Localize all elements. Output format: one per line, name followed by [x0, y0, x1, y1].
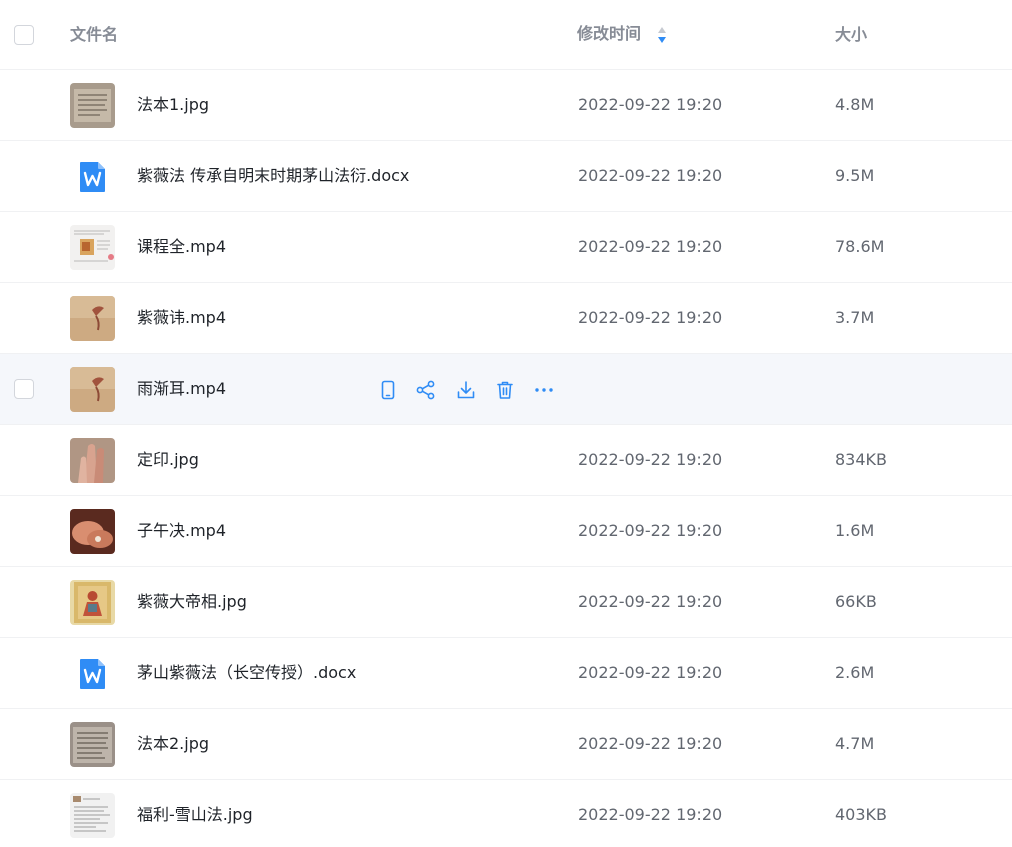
image-thumbnail — [70, 580, 115, 625]
file-name[interactable]: 子午决.mp4 — [137, 520, 226, 542]
file-name[interactable]: 定印.jpg — [137, 449, 199, 471]
phone-icon[interactable] — [376, 378, 400, 402]
file-list: 文件名 修改时间 大小 法本1.jpg 2022-09-22 19:20 4.8… — [0, 0, 1012, 847]
file-name[interactable]: 法本1.jpg — [137, 94, 209, 116]
sort-icon[interactable] — [656, 26, 668, 44]
image-thumbnail — [70, 722, 115, 767]
file-name[interactable]: 紫薇大帝相.jpg — [137, 591, 247, 613]
file-name[interactable]: 紫薇讳.mp4 — [137, 307, 226, 329]
image-thumbnail — [70, 83, 115, 128]
file-size: 78.6M — [835, 237, 885, 256]
table-header: 文件名 修改时间 大小 — [0, 0, 1012, 70]
more-icon[interactable] — [532, 378, 556, 402]
image-thumbnail — [70, 438, 115, 483]
file-modified-time: 2022-09-22 19:20 — [578, 308, 723, 327]
table-row[interactable]: 紫薇大帝相.jpg 2022-09-22 19:20 66KB — [0, 567, 1012, 638]
file-modified-time: 2022-09-22 19:20 — [578, 521, 723, 540]
file-modified-time: 2022-09-22 19:20 — [578, 166, 723, 185]
table-row[interactable]: 子午决.mp4 2022-09-22 19:20 1.6M — [0, 496, 1012, 567]
share-icon[interactable] — [414, 378, 438, 402]
word-doc-icon — [70, 651, 115, 696]
select-all-checkbox[interactable] — [14, 25, 34, 45]
table-row[interactable]: 福利-雪山法.jpg 2022-09-22 19:20 403KB — [0, 780, 1012, 847]
file-modified-time: 2022-09-22 19:20 — [578, 237, 723, 256]
image-thumbnail — [70, 793, 115, 838]
file-modified-time: 2022-09-22 19:20 — [578, 805, 723, 824]
table-row[interactable]: 定印.jpg 2022-09-22 19:20 834KB — [0, 425, 1012, 496]
table-row[interactable]: 法本1.jpg 2022-09-22 19:20 4.8M — [0, 70, 1012, 141]
video-thumbnail — [70, 367, 115, 412]
file-modified-time: 2022-09-22 19:20 — [578, 95, 723, 114]
table-row[interactable]: 课程全.mp4 2022-09-22 19:20 78.6M — [0, 212, 1012, 283]
row-checkbox[interactable] — [14, 379, 34, 399]
file-size: 3.7M — [835, 308, 875, 327]
column-header-size[interactable]: 大小 — [835, 24, 867, 46]
file-size: 403KB — [835, 805, 888, 824]
file-name[interactable]: 课程全.mp4 — [137, 236, 226, 258]
file-size: 2.6M — [835, 663, 875, 682]
file-modified-time: 2022-09-22 19:20 — [578, 663, 723, 682]
column-header-name[interactable]: 文件名 — [70, 24, 118, 46]
file-size: 9.5M — [835, 166, 875, 185]
image-thumbnail — [70, 509, 115, 554]
table-row[interactable]: 法本2.jpg 2022-09-22 19:20 4.7M — [0, 709, 1012, 780]
video-thumbnail — [70, 225, 115, 270]
file-modified-time: 2022-09-22 19:20 — [578, 450, 723, 469]
file-size: 4.8M — [835, 95, 875, 114]
file-size: 66KB — [835, 592, 877, 611]
file-size: 834KB — [835, 450, 888, 469]
table-row[interactable]: 紫薇法 传承自明末时期茅山法衍.docx 2022-09-22 19:20 9.… — [0, 141, 1012, 212]
table-row[interactable]: 茅山紫薇法（长空传授）.docx 2022-09-22 19:20 2.6M — [0, 638, 1012, 709]
column-header-modified-time[interactable]: 修改时间 — [577, 23, 641, 45]
file-name[interactable]: 紫薇法 传承自明末时期茅山法衍.docx — [137, 165, 409, 187]
file-name[interactable]: 雨渐耳.mp4 — [137, 378, 226, 400]
file-size: 4.7M — [835, 734, 875, 753]
table-row[interactable]: 紫薇讳.mp4 2022-09-22 19:20 3.7M — [0, 283, 1012, 354]
file-name[interactable]: 茅山紫薇法（长空传授）.docx — [137, 662, 356, 684]
word-doc-icon — [70, 154, 115, 199]
file-size: 1.6M — [835, 521, 875, 540]
file-modified-time: 2022-09-22 19:20 — [578, 592, 723, 611]
video-thumbnail — [70, 296, 115, 341]
file-name[interactable]: 法本2.jpg — [137, 733, 209, 755]
file-name[interactable]: 福利-雪山法.jpg — [137, 804, 253, 826]
file-modified-time: 2022-09-22 19:20 — [578, 734, 723, 753]
download-icon[interactable] — [454, 378, 478, 402]
table-row[interactable]: 雨渐耳.mp4 — [0, 354, 1012, 425]
trash-icon[interactable] — [493, 378, 517, 402]
